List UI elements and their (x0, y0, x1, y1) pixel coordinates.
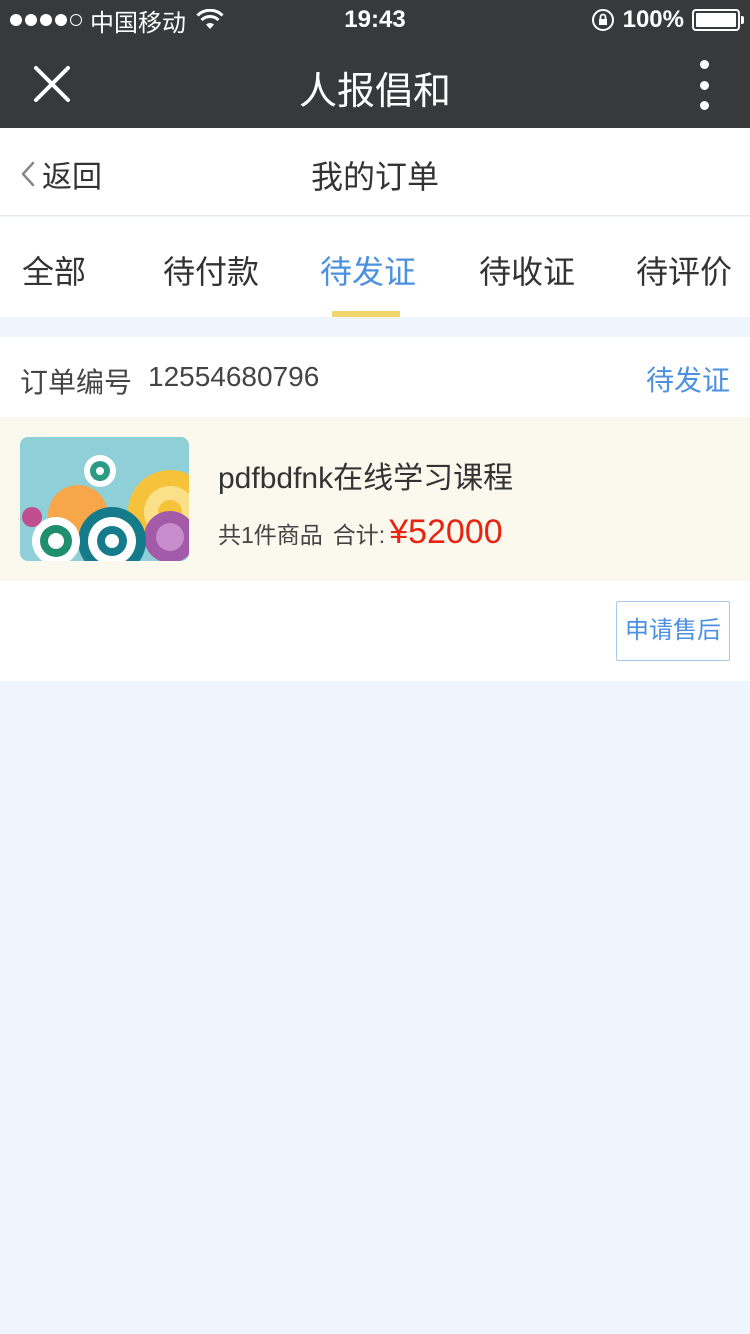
tab-all[interactable]: 全部 (22, 247, 86, 293)
order-status: 待发证 (645, 365, 730, 396)
product-summary: 共1件商品 合计: ¥52000 (218, 513, 503, 552)
tab-pending-issue[interactable]: 待发证 (320, 247, 416, 293)
battery-icon (692, 9, 744, 31)
status-right: 100% (591, 6, 744, 34)
total-label: 合计: (332, 522, 386, 548)
app-navbar: 人报倡和 (0, 40, 750, 128)
order-item[interactable]: pdfbdfnk在线学习课程 共1件商品 合计: ¥52000 (0, 417, 750, 581)
rotation-lock-icon (591, 9, 614, 31)
order-card: 订单编号 12554680796 待发证 pdfbdfnk在线学习课程 共1件商… (0, 337, 750, 681)
tab-pending-payment[interactable]: 待付款 (163, 247, 259, 293)
active-tab-indicator (332, 311, 400, 317)
order-number: 12554680796 (148, 361, 320, 392)
total-price: ¥52000 (389, 513, 503, 551)
battery-percentage: 100% (622, 6, 684, 33)
item-count: 共1件商品 (218, 522, 323, 548)
product-name: pdfbdfnk在线学习课程 (218, 462, 514, 495)
more-vertical-icon[interactable] (694, 60, 714, 110)
tab-pending-receipt[interactable]: 待收证 (479, 247, 575, 293)
page-title: 我的订单 (310, 159, 439, 195)
tab-pending-review[interactable]: 待评价 (636, 247, 732, 293)
page-header: 返回 我的订单 (0, 128, 750, 216)
app-title: 人报倡和 (298, 71, 451, 113)
status-bar: 中国移动 19:43 100% (0, 0, 750, 40)
product-thumbnail (20, 437, 189, 561)
order-header: 订单编号 12554680796 待发证 (0, 337, 750, 417)
order-number-label: 订单编号 (20, 367, 133, 398)
order-tabs: 全部 待付款 待发证 待收证 待评价 (0, 217, 750, 317)
after-sale-button[interactable]: 申请售后 (616, 601, 730, 661)
